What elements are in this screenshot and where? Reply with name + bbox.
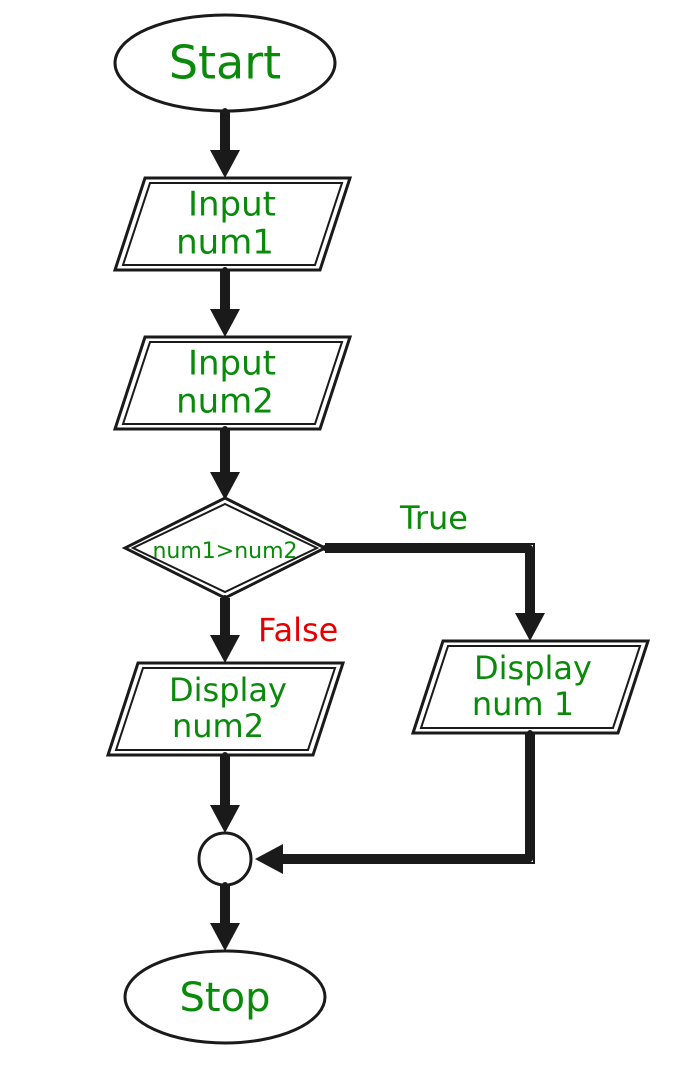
display-false-node: Display num2 — [108, 663, 343, 755]
false-label: False — [258, 611, 338, 649]
decision-label: num1>num2 — [152, 539, 297, 564]
edge-false-merge — [210, 755, 240, 833]
edge-merge-stop — [210, 885, 240, 951]
edge-true: True — [325, 499, 545, 641]
input1-label-2: num1 — [176, 223, 274, 263]
input1-node: Input num1 — [115, 178, 350, 270]
edge-input1-input2 — [210, 270, 240, 337]
input2-label-1: Input — [188, 344, 276, 384]
stop-label: Stop — [180, 975, 271, 1021]
stop-node: Stop — [125, 951, 325, 1043]
display-false-label-2: num2 — [172, 707, 264, 745]
edge-start-input1 — [210, 111, 240, 178]
merge-node — [199, 833, 251, 885]
start-node: Start — [115, 15, 335, 111]
true-label: True — [399, 499, 468, 537]
start-label: Start — [169, 36, 281, 90]
display-true-label-1: Display — [474, 649, 592, 687]
input2-node: Input num2 — [115, 337, 350, 429]
decision-node: num1>num2 — [125, 498, 325, 598]
display-true-label-2: num 1 — [472, 685, 574, 723]
display-true-node: Display num 1 — [413, 641, 648, 733]
display-false-label-1: Display — [169, 671, 287, 709]
edge-false: False — [210, 598, 338, 663]
input2-label-2: num2 — [176, 382, 274, 422]
edge-input2-decision — [210, 429, 240, 500]
input1-label-1: Input — [188, 185, 276, 225]
